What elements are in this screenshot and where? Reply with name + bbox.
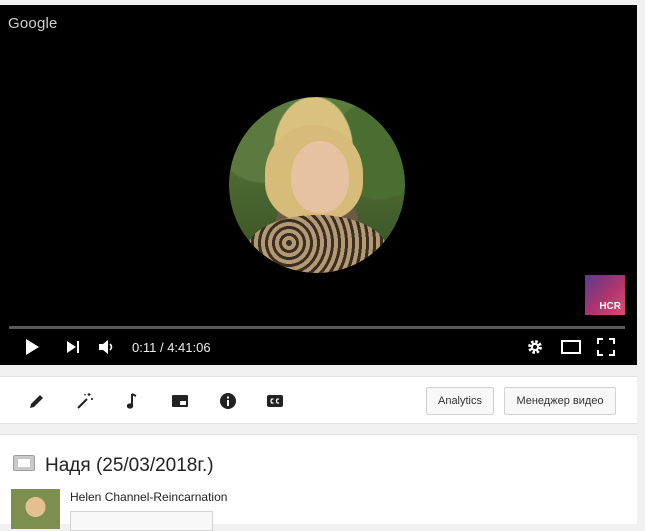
fullscreen-button[interactable] (596, 336, 616, 358)
cc-icon (267, 395, 283, 407)
progress-bar[interactable] (9, 326, 625, 329)
theater-mode-button[interactable] (560, 336, 582, 358)
skip-next-icon (67, 341, 79, 353)
volume-button[interactable] (96, 336, 118, 358)
pencil-icon (30, 395, 43, 408)
end-screen-button[interactable] (170, 391, 190, 411)
portrait-shoulders (247, 215, 387, 273)
video-title: Надя (25/03/2018г.) (45, 455, 214, 476)
channel-name[interactable]: Helen Channel-Reincarnation (70, 490, 227, 504)
video-player[interactable]: Google HCR 0:11 / 4:41:06 (0, 5, 637, 365)
duration: 4:41:06 (167, 340, 211, 355)
channel-watermark[interactable]: HCR (585, 275, 625, 315)
audio-button[interactable] (122, 391, 142, 411)
private-lock-icon (13, 455, 35, 471)
portrait-face (291, 141, 349, 213)
channel-avatar[interactable] (11, 489, 60, 529)
time-display: 0:11 / 4:41:06 (132, 340, 211, 355)
enhancements-button[interactable] (75, 391, 95, 411)
time-separator: / (156, 340, 168, 355)
theater-mode-icon (561, 340, 581, 354)
magic-wand-icon (77, 393, 93, 409)
music-note-icon (126, 393, 137, 409)
watermark-text: HCR (599, 301, 621, 312)
info-cards-button[interactable] (218, 391, 238, 411)
subscribe-button[interactable] (70, 511, 213, 531)
subtitles-button[interactable] (265, 391, 285, 411)
gear-icon (528, 340, 542, 354)
current-time: 0:11 (132, 340, 157, 355)
card-icon (172, 395, 188, 407)
analytics-button[interactable]: Analytics (426, 387, 494, 415)
progress-played (9, 326, 11, 329)
info-icon (220, 393, 236, 409)
video-info-panel: Надя (25/03/2018г.) Helen Channel-Reinca… (0, 434, 637, 531)
volume-icon (99, 340, 113, 354)
next-button[interactable] (63, 336, 83, 358)
fullscreen-icon (597, 338, 615, 356)
google-logo: Google (8, 15, 58, 32)
play-icon (26, 339, 39, 355)
settings-button[interactable] (525, 336, 545, 358)
video-thumbnail-portrait (229, 97, 405, 273)
video-tools-toolbar: Analytics Менеджер видео (0, 376, 637, 424)
edit-button[interactable] (27, 391, 47, 411)
play-button[interactable] (22, 336, 42, 358)
video-manager-button[interactable]: Менеджер видео (504, 387, 616, 415)
